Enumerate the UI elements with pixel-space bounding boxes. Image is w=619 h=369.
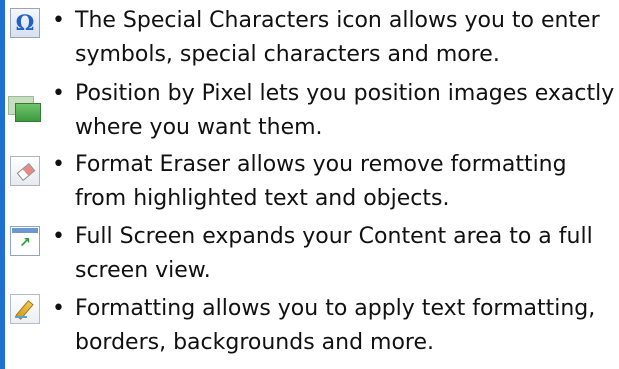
bullet: • — [52, 224, 65, 249]
expand-arrow-icon: ↗ — [19, 235, 31, 251]
feature-description: Position by Pixel lets you position imag… — [75, 81, 615, 140]
feature-item-special-characters: Ω • The Special Characters icon allows y… — [10, 2, 615, 72]
special-characters-icon: Ω — [10, 8, 40, 38]
feature-item-formatting: • Formatting allows you to apply text fo… — [10, 290, 615, 360]
feature-item-full-screen: ↗ • Full Screen expands your Content are… — [10, 218, 615, 288]
eraser-shape — [16, 163, 36, 181]
feature-description: The Special Characters icon allows you t… — [75, 8, 600, 67]
feature-description: Full Screen expands your Content area to… — [75, 224, 593, 283]
omega-glyph: Ω — [15, 10, 35, 35]
feature-item-format-eraser: • Format Eraser allows you remove format… — [10, 146, 615, 216]
full-screen-icon: ↗ — [10, 226, 40, 256]
left-accent-bar — [0, 0, 5, 369]
format-eraser-icon — [10, 156, 40, 186]
feature-description: Formatting allows you to apply text form… — [75, 296, 596, 355]
bullet: • — [52, 152, 65, 177]
bullet: • — [52, 81, 65, 106]
position-by-pixel-icon — [6, 93, 41, 123]
underline-shape — [15, 316, 27, 318]
feature-description: Format Eraser allows you remove formatti… — [75, 152, 567, 211]
bullet: • — [52, 8, 65, 33]
formatting-icon — [10, 294, 40, 324]
bullet: • — [52, 296, 65, 321]
feature-item-position-by-pixel: • Position by Pixel lets you position im… — [8, 75, 615, 145]
front-layer-shape — [15, 103, 41, 122]
